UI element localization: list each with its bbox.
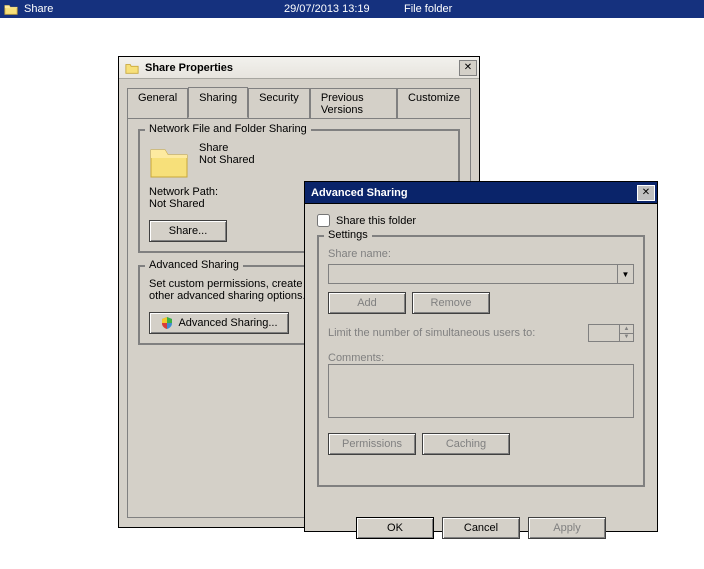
titlebar[interactable]: Advanced Sharing ✕ bbox=[305, 182, 657, 204]
share-this-folder-input[interactable] bbox=[317, 214, 330, 227]
add-button: Add bbox=[328, 292, 406, 314]
window-title: Share Properties bbox=[145, 62, 459, 74]
folder-icon bbox=[4, 2, 18, 16]
explorer-row[interactable]: Share 29/07/2013 13:19 File folder bbox=[0, 0, 704, 18]
row-date: 29/07/2013 13:19 bbox=[284, 3, 404, 15]
tab-security[interactable]: Security bbox=[248, 88, 310, 119]
dialog-footer: OK Cancel Apply bbox=[305, 509, 657, 551]
limit-spinner: ▲ ▼ bbox=[588, 324, 634, 342]
share-item-status: Not Shared bbox=[199, 154, 255, 166]
spin-down-icon: ▼ bbox=[619, 334, 633, 342]
share-name-combo: ▼ bbox=[328, 264, 634, 284]
tab-previous-versions[interactable]: Previous Versions bbox=[310, 88, 397, 119]
folder-icon bbox=[125, 61, 139, 75]
tab-general[interactable]: General bbox=[127, 88, 188, 119]
tab-sharing[interactable]: Sharing bbox=[188, 87, 248, 118]
share-button[interactable]: Share... bbox=[149, 220, 227, 242]
group-legend: Network File and Folder Sharing bbox=[145, 123, 311, 135]
advanced-sharing-dialog: Advanced Sharing ✕ Share this folder Set… bbox=[304, 181, 658, 532]
group-legend: Settings bbox=[324, 229, 372, 241]
close-icon[interactable]: ✕ bbox=[637, 185, 655, 201]
comments-textarea bbox=[328, 364, 634, 418]
comments-label: Comments: bbox=[328, 352, 634, 364]
advanced-sharing-button-label: Advanced Sharing... bbox=[178, 317, 277, 329]
share-name-label: Share name: bbox=[328, 248, 634, 260]
remove-button: Remove bbox=[412, 292, 490, 314]
share-item-name: Share bbox=[199, 142, 255, 154]
permissions-button: Permissions bbox=[328, 433, 416, 455]
group-legend: Advanced Sharing bbox=[145, 259, 243, 271]
tabs: General Sharing Security Previous Versio… bbox=[127, 87, 471, 118]
row-type: File folder bbox=[404, 3, 504, 15]
group-settings: Settings Share name: ▼ Add Remove Limit … bbox=[317, 235, 645, 487]
apply-button: Apply bbox=[528, 517, 606, 539]
shield-icon bbox=[160, 316, 174, 330]
share-this-folder-checkbox[interactable]: Share this folder bbox=[317, 214, 645, 227]
caching-button: Caching bbox=[422, 433, 510, 455]
limit-value bbox=[589, 325, 619, 341]
chevron-down-icon: ▼ bbox=[617, 265, 633, 283]
share-name-input bbox=[329, 265, 617, 283]
cancel-button[interactable]: Cancel bbox=[442, 517, 520, 539]
ok-button[interactable]: OK bbox=[356, 517, 434, 539]
spin-up-icon: ▲ bbox=[619, 325, 633, 334]
tab-customize[interactable]: Customize bbox=[397, 88, 471, 119]
folder-icon bbox=[149, 142, 189, 180]
share-this-folder-label: Share this folder bbox=[336, 215, 416, 227]
limit-label: Limit the number of simultaneous users t… bbox=[328, 327, 580, 339]
advanced-sharing-button[interactable]: Advanced Sharing... bbox=[149, 312, 289, 334]
titlebar[interactable]: Share Properties ✕ bbox=[119, 57, 479, 79]
row-name: Share bbox=[24, 3, 284, 15]
dialog-title: Advanced Sharing bbox=[311, 187, 637, 199]
close-icon[interactable]: ✕ bbox=[459, 60, 477, 76]
